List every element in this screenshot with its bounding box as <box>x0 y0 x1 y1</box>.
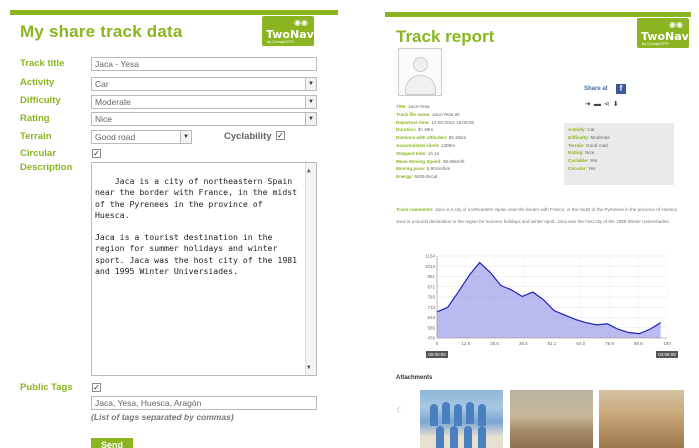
attr-row: Difficulty: Moderate <box>568 134 610 140</box>
scroll-up-icon[interactable]: ▲ <box>307 165 311 176</box>
page-title: My share track data <box>20 22 183 41</box>
x-tick-label: 100 <box>663 341 671 346</box>
chevron-left-icon[interactable]: ‹ <box>396 401 401 419</box>
y-tick-label: 555 <box>427 325 435 330</box>
track-title-input[interactable]: Jaca - Yesa <box>91 57 317 71</box>
facebook-icon[interactable]: f <box>616 84 626 94</box>
send-button[interactable]: Send <box>91 438 133 448</box>
attr-row: Cyclable: Yes <box>568 158 598 164</box>
video-icon[interactable]: ▬ <box>594 101 604 108</box>
track-icon[interactable]: ➜ <box>585 101 594 108</box>
report-title: Track report <box>396 27 495 46</box>
y-tick-label: 713 <box>427 305 435 310</box>
rating-select[interactable]: Nice ▼ <box>91 112 317 126</box>
twonav-logo: ◉◉ TwoNav by CompeGPS <box>262 16 314 46</box>
share-label: Share at <box>584 86 608 92</box>
end-time-label: 04:06:08 <box>658 352 676 357</box>
activity-select[interactable]: Car ▼ <box>91 77 317 91</box>
y-tick-label: 634 <box>427 315 435 320</box>
y-tick-label: 872 <box>427 284 435 289</box>
track-comments: Track comments: Jaca is a city of northe… <box>396 207 679 225</box>
attachments-label: Attachments <box>396 375 433 381</box>
info-row: Title: Jaca-Yesa <box>396 104 430 109</box>
share-icon[interactable]: ⋖ <box>604 101 613 108</box>
attr-row: Terrain: Good road <box>568 142 608 148</box>
chevron-down-icon[interactable]: ▼ <box>305 96 316 108</box>
x-tick-label: 89.6 <box>634 341 643 346</box>
x-tick-label: 25.5 <box>490 341 499 346</box>
start-time-label: 00:00:00 <box>428 352 446 357</box>
attachment-photo[interactable] <box>420 390 503 448</box>
tags-hint: (List of tags separated by commas) <box>91 412 234 422</box>
report-toolbar: ➜▬⋖⬇ <box>585 100 622 108</box>
description-label: Description <box>20 162 73 173</box>
attr-row: Circular: Yes <box>568 165 596 171</box>
y-tick-label: 1013 <box>425 264 436 269</box>
download-icon[interactable]: ⬇ <box>613 101 622 108</box>
chevron-down-icon[interactable]: ▼ <box>305 78 316 90</box>
x-tick-label: 12.8 <box>461 341 470 346</box>
y-tick-label: 476 <box>427 336 435 341</box>
info-row: Accumulated climb: 1309m <box>396 142 455 148</box>
user-avatar <box>398 48 442 96</box>
attr-row: Activity: Car <box>568 127 595 132</box>
track-title-label: Track title <box>20 58 65 69</box>
cyclability-label: Cyclability <box>224 131 272 142</box>
public-tags-checkbox[interactable]: ✓ <box>92 383 101 392</box>
y-tick-label: 793 <box>427 295 435 300</box>
circular-label: Circular <box>20 148 56 159</box>
circular-checkbox[interactable]: ✓ <box>92 149 101 158</box>
info-row: Departure time: 12-03-2012 15:09:05 <box>396 119 474 125</box>
info-row: Distance with altitudes: 98.15km <box>396 135 467 141</box>
header-bar <box>385 12 691 17</box>
share-track-form: My share track data ◉◉ TwoNav by CompeGP… <box>0 0 345 448</box>
track-info-list: Title: Jaca-Yesa Track file name: Jaca-Y… <box>396 103 474 181</box>
info-row: Stopped time: 1h 1s <box>396 150 440 156</box>
x-tick-label: 64.0 <box>576 341 585 346</box>
x-tick-label: 76.8 <box>605 341 614 346</box>
rating-label: Rating <box>20 113 50 124</box>
cyclability-checkbox[interactable]: ✓ <box>276 131 285 140</box>
track-report: Track report ◉◉ TwoNav by CompeGPS Share… <box>385 0 699 448</box>
attr-row: Rating: Nice <box>568 150 595 156</box>
y-tick-label: 951 <box>427 274 435 279</box>
terrain-select[interactable]: Good road ▼ <box>91 130 192 144</box>
info-row: Energy: 5539.0Kcal <box>396 174 438 180</box>
track-attributes-box: Activity: Car Difficulty: Moderate Terra… <box>564 123 674 185</box>
difficulty-label: Difficulty <box>20 95 61 106</box>
attachment-photo[interactable] <box>599 390 684 448</box>
chevron-down-icon[interactable]: ▼ <box>180 131 191 143</box>
attachment-photo[interactable] <box>510 390 593 448</box>
tags-input[interactable]: Jaca, Yesa, Huesca, Aragón <box>91 396 317 410</box>
public-tags-label: Public Tags <box>20 382 73 393</box>
logo-circles-icon: ◉◉ <box>669 20 683 29</box>
x-tick-label: 0 <box>436 341 439 346</box>
header-bar <box>10 10 338 15</box>
difficulty-select[interactable]: Moderate ▼ <box>91 95 317 109</box>
activity-label: Activity <box>20 77 55 88</box>
logo-circles-icon: ◉◉ <box>294 18 308 27</box>
x-tick-label: 38.5 <box>519 341 528 346</box>
description-textarea[interactable]: Jaca is a city of northeastern Spain nea… <box>91 162 317 376</box>
twonav-logo: ◉◉ TwoNav by CompeGPS <box>637 18 689 48</box>
elevation-profile-chart[interactable]: 1134 1013 951 872 793 713 634 555 4760 12.8 25.5 38… <box>413 248 693 363</box>
info-row: Moving pace: 5.90min/km <box>396 166 451 172</box>
terrain-label: Terrain <box>20 131 52 142</box>
description-scrollbar[interactable]: ▲ ▼ <box>305 163 316 375</box>
info-row: Mean Moving Speed: 65.59km/h <box>396 158 465 164</box>
chevron-down-icon[interactable]: ▼ <box>305 113 316 125</box>
scroll-down-icon[interactable]: ▼ <box>307 362 311 373</box>
info-row: Duration: 3h 49m <box>396 127 434 133</box>
info-row: Track file name: Jaca-Yesa.trk <box>396 111 460 117</box>
y-tick-label: 1134 <box>425 254 435 259</box>
x-tick-label: 51.1 <box>548 341 557 346</box>
